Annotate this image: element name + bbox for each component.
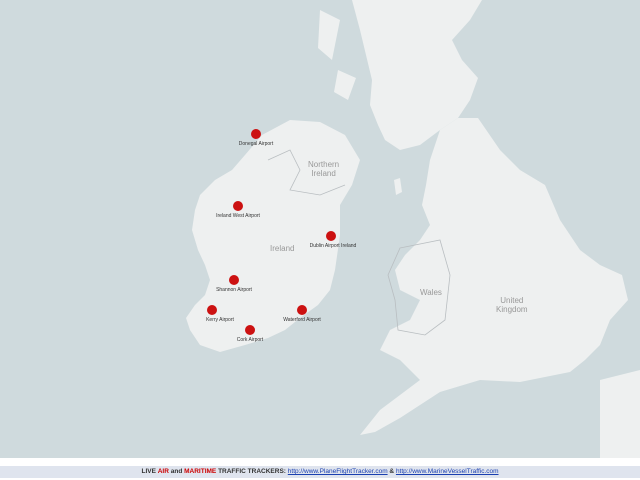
airport-marker-cork[interactable] bbox=[245, 325, 255, 335]
airport-label-cork: Cork Airport bbox=[236, 337, 264, 343]
map-canvas[interactable]: Northern Ireland Ireland Wales United Ki… bbox=[0, 0, 640, 458]
footer-link-planeflighttracker[interactable]: http://www.PlaneFlightTracker.com bbox=[288, 468, 388, 475]
airport-marker-waterford[interactable] bbox=[297, 305, 307, 315]
airport-marker-ireland-west[interactable] bbox=[233, 201, 243, 211]
label-united-kingdom-line2: Kingdom bbox=[496, 305, 528, 314]
footer-bar: LIVE AIR and MARITIME TRAFFIC TRACKERS: … bbox=[0, 466, 640, 478]
footer-maritime: MARITIME bbox=[184, 468, 217, 475]
footer: LIVE AIR and MARITIME TRAFFIC TRACKERS: … bbox=[0, 458, 640, 480]
airport-label-ireland-west: Ireland West Airport bbox=[216, 213, 260, 219]
airport-label-shannon: Shannon Airport bbox=[216, 287, 252, 293]
airport-marker-shannon[interactable] bbox=[229, 275, 239, 285]
footer-trackers: TRAFFIC TRACKERS: bbox=[218, 468, 286, 475]
airport-marker-dublin[interactable] bbox=[326, 231, 336, 241]
label-wales: Wales bbox=[420, 288, 442, 297]
footer-and: and bbox=[170, 468, 183, 475]
scottish-islands bbox=[318, 10, 356, 100]
footer-link-marinevesseltraffic[interactable]: http://www.MarineVesselTraffic.com bbox=[396, 468, 499, 475]
label-ireland: Ireland bbox=[270, 244, 295, 253]
label-united-kingdom-line1: United bbox=[500, 296, 524, 305]
footer-live: LIVE bbox=[141, 468, 156, 475]
airport-marker-kerry[interactable] bbox=[207, 305, 217, 315]
airport-label-donegal: Donegal Airport bbox=[238, 141, 274, 147]
channel-islands bbox=[600, 370, 640, 458]
label-united-kingdom: United Kingdom bbox=[496, 296, 528, 314]
footer-air: AIR bbox=[157, 468, 169, 475]
airport-label-kerry: Kerry Airport bbox=[206, 317, 234, 323]
airport-label-dublin: Dublin Airport Ireland bbox=[309, 243, 357, 249]
label-northern-ireland-line2: Ireland bbox=[311, 169, 336, 178]
footer-amp: & bbox=[389, 468, 395, 475]
map-shapes bbox=[186, 0, 640, 458]
great-britain-landmass bbox=[360, 118, 628, 435]
isle-of-man bbox=[394, 178, 402, 195]
airport-marker-donegal[interactable] bbox=[251, 129, 261, 139]
label-northern-ireland: Northern Ireland bbox=[308, 160, 339, 178]
label-northern-ireland-line1: Northern bbox=[308, 160, 340, 169]
airport-label-waterford: Waterford Airport bbox=[283, 317, 321, 323]
